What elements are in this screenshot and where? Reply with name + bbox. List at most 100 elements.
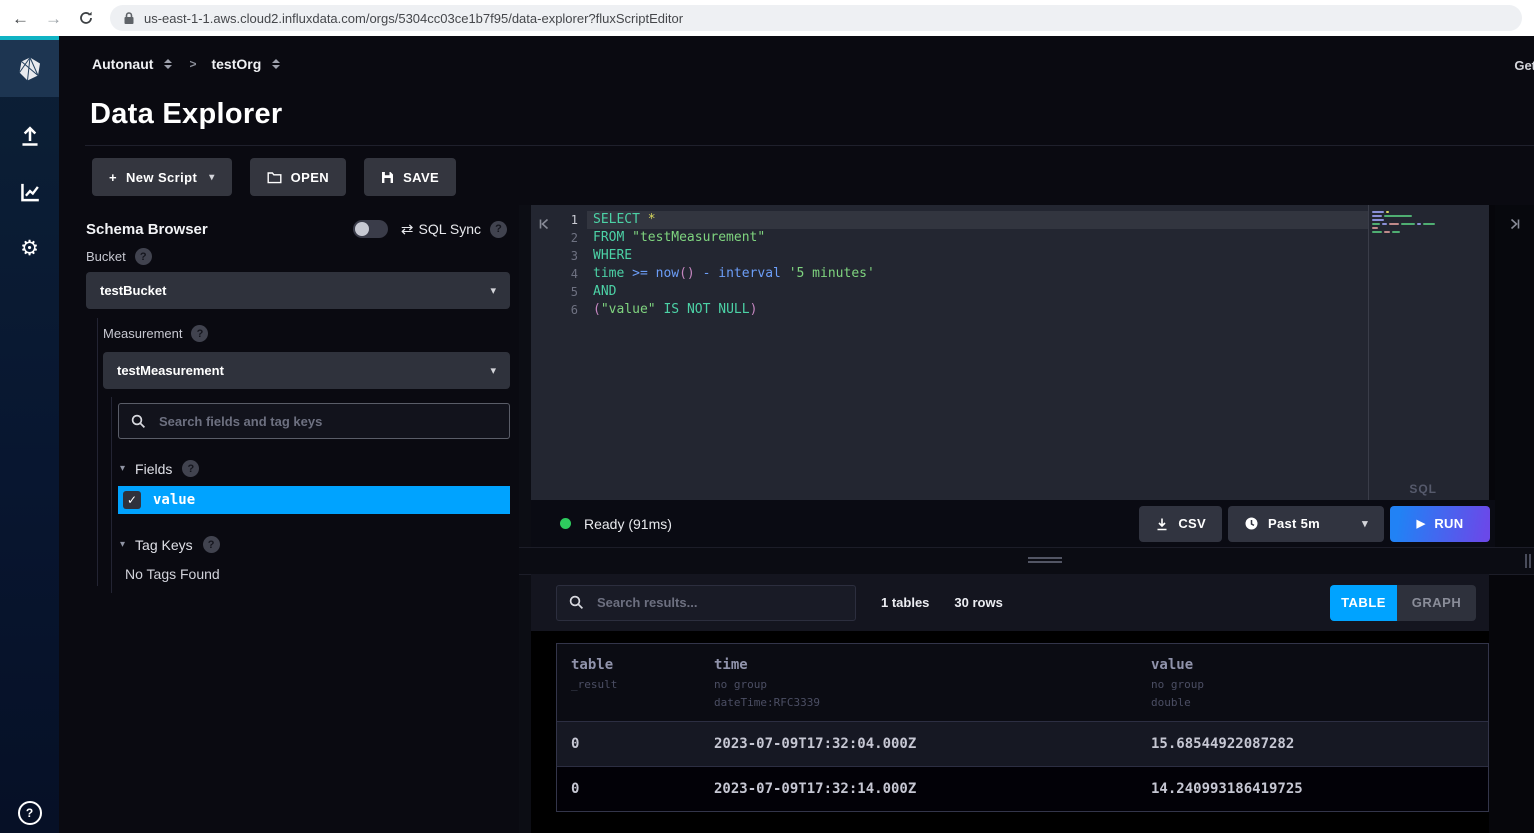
table-row: 02023-07-09T17:32:14.000Z14.240993186419… xyxy=(557,766,1488,811)
indent-guide xyxy=(97,318,98,586)
url-text: us-east-1-1.aws.cloud2.influxdata.com/or… xyxy=(144,11,683,26)
reload-icon[interactable] xyxy=(78,10,94,26)
suborg-switcher-icon[interactable] xyxy=(272,59,280,69)
code-line[interactable]: FROM "testMeasurement" xyxy=(587,229,1368,247)
upgrade-link[interactable]: Get xyxy=(1514,58,1534,73)
results-table-header: table_resulttimeno groupdateTime:RFC3339… xyxy=(557,644,1488,721)
save-button[interactable]: SAVE xyxy=(364,158,456,196)
status-text: Ready (91ms) xyxy=(584,516,672,532)
bucket-dropdown[interactable]: testBucket ▾ xyxy=(86,272,510,309)
play-icon: ▶ xyxy=(1417,517,1426,530)
measurement-value: testMeasurement xyxy=(117,363,224,378)
breadcrumb-separator: > xyxy=(189,57,196,71)
url-bar[interactable]: us-east-1-1.aws.cloud2.influxdata.com/or… xyxy=(110,5,1522,31)
tag-keys-collapse-icon[interactable]: ▾ xyxy=(120,539,125,550)
line-number: 4 xyxy=(557,265,578,283)
search-icon xyxy=(131,414,146,429)
panel-resize-handle-vertical[interactable] xyxy=(519,205,531,833)
code-line[interactable]: time >= now() - interval '5 minutes' xyxy=(587,265,1368,283)
title-divider xyxy=(85,145,1534,146)
workspace: Schema Browser ⇄ SQL Sync ? Bucket ? tes… xyxy=(59,205,1534,833)
table-row: 02023-07-09T17:32:04.000Z15.685449220872… xyxy=(557,721,1488,766)
field-item-value[interactable]: ✓ value xyxy=(118,486,510,514)
screen: ← → us-east-1-1.aws.cloud2.influxdata.co… xyxy=(0,0,1534,833)
breadcrumb: Autonaut > testOrg xyxy=(92,56,282,72)
toggle-knob xyxy=(355,222,369,236)
code-line[interactable]: AND xyxy=(587,283,1368,301)
column-header-value: valueno groupdouble xyxy=(1137,657,1488,709)
indent-guide xyxy=(111,397,112,593)
fields-collapse-icon[interactable]: ▾ xyxy=(120,463,125,474)
open-label: OPEN xyxy=(291,170,329,185)
page-title: Data Explorer xyxy=(90,98,282,131)
expand-right-panel[interactable] xyxy=(1495,205,1534,547)
sql-sync-toggle[interactable] xyxy=(353,220,388,238)
code-area[interactable]: SELECT *FROM "testMeasurement"WHEREtime … xyxy=(587,205,1369,500)
new-script-button[interactable]: + New Script ▾ xyxy=(92,158,232,196)
schema-browser-panel: Schema Browser ⇄ SQL Sync ? Bucket ? tes… xyxy=(59,205,519,833)
script-toolbar: + New Script ▾ OPEN SAVE xyxy=(92,158,456,196)
collapse-left-icon[interactable] xyxy=(531,205,557,500)
fields-help-icon[interactable]: ? xyxy=(182,460,199,477)
chevron-down-icon: ▾ xyxy=(209,172,214,183)
sql-editor[interactable]: 123456 SELECT *FROM "testMeasurement"WHE… xyxy=(531,205,1489,500)
minimap[interactable] xyxy=(1369,205,1489,500)
csv-label: CSV xyxy=(1178,516,1206,531)
line-number: 5 xyxy=(557,283,578,301)
schema-browser-title: Schema Browser xyxy=(86,221,208,238)
app: ⚙ ? Autonaut > testOrg Get Data Explorer… xyxy=(0,36,1534,833)
line-number-gutter: 123456 xyxy=(557,205,587,500)
bucket-value: testBucket xyxy=(100,283,166,298)
column-header-table: table_result xyxy=(557,657,700,709)
tab-table-view[interactable]: TABLE xyxy=(1330,585,1397,621)
query-status-bar: Ready (91ms) CSV Past 5m xyxy=(531,500,1495,547)
load-data-icon[interactable] xyxy=(0,119,59,153)
open-button[interactable]: OPEN xyxy=(250,158,346,196)
clock-icon xyxy=(1244,516,1259,531)
tables-count: 1 tables xyxy=(881,595,929,610)
code-line[interactable]: SELECT * xyxy=(587,211,1368,229)
measurement-dropdown[interactable]: testMeasurement ▾ xyxy=(103,352,510,389)
csv-download-button[interactable]: CSV xyxy=(1139,506,1222,542)
bucket-label: Bucket xyxy=(86,249,126,264)
run-button[interactable]: ▶ RUN xyxy=(1390,506,1490,542)
breadcrumb-suborg[interactable]: testOrg xyxy=(211,56,261,72)
field-checkbox[interactable]: ✓ xyxy=(123,491,141,509)
bucket-help-icon[interactable]: ? xyxy=(135,248,152,265)
tag-keys-label: Tag Keys xyxy=(135,537,193,553)
view-switcher: TABLE GRAPH xyxy=(1330,585,1476,621)
sql-sync-help-icon[interactable]: ? xyxy=(490,221,507,238)
field-name: value xyxy=(153,492,195,508)
tab-graph-view[interactable]: GRAPH xyxy=(1397,585,1476,621)
new-script-label: New Script xyxy=(126,170,197,185)
data-explorer-icon[interactable] xyxy=(0,175,59,209)
download-icon xyxy=(1155,517,1169,531)
code-line[interactable]: WHERE xyxy=(587,247,1368,265)
fields-label: Fields xyxy=(135,461,172,477)
rows-count: 30 rows xyxy=(954,595,1002,610)
chevron-down-icon: ▾ xyxy=(1362,517,1368,530)
tag-keys-help-icon[interactable]: ? xyxy=(203,536,220,553)
no-tags-text: No Tags Found xyxy=(125,566,220,582)
results-search-input[interactable] xyxy=(595,594,843,611)
folder-icon xyxy=(267,171,282,184)
back-icon[interactable]: ← xyxy=(12,10,29,27)
breadcrumb-org[interactable]: Autonaut xyxy=(92,56,153,72)
time-range-dropdown[interactable]: Past 5m ▾ xyxy=(1228,506,1384,542)
main-area: Autonaut > testOrg Get Data Explorer + N… xyxy=(59,36,1534,833)
column-header-time: timeno groupdateTime:RFC3339 xyxy=(700,657,1137,709)
help-button[interactable]: ? xyxy=(0,801,59,825)
org-switcher-icon[interactable] xyxy=(164,59,172,69)
forward-icon[interactable]: → xyxy=(45,10,62,27)
code-line[interactable]: ("value" IS NOT NULL) xyxy=(587,301,1368,319)
lock-icon xyxy=(123,11,135,25)
line-number: 3 xyxy=(557,247,578,265)
panel-resize-handle-horizontal[interactable] xyxy=(519,547,1534,575)
settings-icon[interactable]: ⚙ xyxy=(0,231,59,265)
influxdb-logo[interactable] xyxy=(0,40,59,97)
results-table-body: 02023-07-09T17:32:04.000Z15.685449220872… xyxy=(557,721,1488,811)
nav-sidebar: ⚙ ? xyxy=(0,36,59,833)
measurement-help-icon[interactable]: ? xyxy=(191,325,208,342)
sql-sync-label: SQL Sync xyxy=(418,221,481,237)
schema-search-input[interactable] xyxy=(157,413,497,430)
